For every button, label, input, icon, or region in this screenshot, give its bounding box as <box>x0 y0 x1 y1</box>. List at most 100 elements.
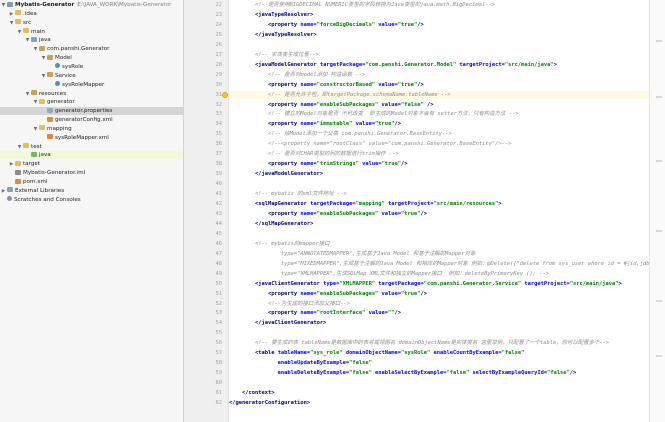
tree-item[interactable]: ▼ mapping <box>0 125 183 134</box>
chevron-right-icon[interactable]: ▶ <box>1 188 6 196</box>
code-line[interactable]: <property name="immutable" value="true"/… <box>229 120 649 128</box>
code-line[interactable] <box>229 379 649 387</box>
tree-item[interactable]: ▶ External Libraries <box>0 187 183 196</box>
tree-item[interactable]: ▼ Service <box>0 72 183 81</box>
code-line[interactable]: <!-- mybatis的mapper接口 <box>229 240 649 248</box>
line-number: 37 <box>215 151 223 158</box>
folder-icon <box>15 10 21 16</box>
code-line[interactable]: <!-- mybatis 的xml文件地址 --> <box>229 190 649 198</box>
tree-item-label: Scratches and Consoles <box>14 196 81 203</box>
code-line[interactable]: <table tableName="sys_role" domainObject… <box>229 349 649 357</box>
code-line[interactable] <box>229 41 649 49</box>
line-number: 38 <box>215 161 223 168</box>
tree-item[interactable]: generatorConfig.xml <box>0 116 183 124</box>
code-line[interactable]: <property name="constructorBased" value=… <box>229 81 649 89</box>
code-token: name= <box>300 161 317 168</box>
code-line[interactable]: <!-- 实体类生成位置--> <box>229 51 649 59</box>
code-line[interactable]: type="MIXEDMAPPER",生成基于注解的Java Model 和相应… <box>229 260 649 268</box>
code-line[interactable]: <property name="forceBigDecimals" value=… <box>229 21 649 29</box>
tree-item[interactable]: ▶ .idea <box>0 10 183 19</box>
code-line[interactable]: <property name="rootInterface" value=""/… <box>229 309 649 317</box>
code-line[interactable]: <javaTypeResolver> <box>229 11 649 19</box>
chevron-right-icon[interactable]: ▶ <box>9 161 14 169</box>
code-line[interactable]: </javaTypeResolver> <box>229 31 649 39</box>
code-line[interactable]: <!-- 建立的Model对象是否 不可改变 即生成的Model对象不会有 se… <box>229 110 649 118</box>
tree-item[interactable]: ▼ java <box>0 36 183 45</box>
tree-item[interactable]: ▼ main <box>0 28 183 37</box>
chevron-down-icon[interactable]: ▼ <box>33 126 38 134</box>
code-line[interactable]: <!--是否使用BIGDECIMAL NUMERIC类型的字段转换为Java类型… <box>229 1 649 9</box>
tree-item[interactable]: sysRoleMapper.xml <box>0 134 183 142</box>
code-line[interactable]: enableDeleteByExample="false" enableSele… <box>229 369 649 377</box>
code-line[interactable]: </sqlMapGenerator> <box>229 220 649 228</box>
tree-item[interactable]: ▼ src <box>0 19 183 28</box>
tree-item-label: mapping <box>47 125 72 132</box>
code-line[interactable] <box>229 329 649 337</box>
line-number: 41 <box>215 191 223 198</box>
tree-item[interactable]: generator.properties <box>0 107 183 116</box>
tree-item[interactable]: sysRoleMapper <box>0 81 183 89</box>
code-token: type="MIXEDMAPPER",生成基于注解的Java Model 和相应… <box>229 260 649 267</box>
chevron-down-icon[interactable]: ▼ <box>17 29 22 37</box>
chevron-down-icon[interactable]: ▼ <box>9 20 14 28</box>
code-line[interactable]: <property name="trimStrings" value="true… <box>229 160 649 168</box>
tree-item[interactable]: pom.xml <box>0 178 183 186</box>
tree-item[interactable]: ▼ Model <box>0 54 183 63</box>
chevron-down-icon[interactable]: ▼ <box>41 55 46 63</box>
line-number: 46 <box>215 240 223 247</box>
code-token: targetPackage= <box>375 280 424 287</box>
code-token: "true" <box>401 210 421 217</box>
tree-item[interactable]: ▼ generator <box>0 98 183 107</box>
tree-item[interactable]: ▼ resources <box>0 90 183 99</box>
code-line[interactable] <box>229 180 649 188</box>
chevron-down-icon[interactable]: ▼ <box>33 46 38 54</box>
chevron-down-icon[interactable]: ▼ <box>25 91 30 99</box>
chevron-down-icon[interactable]: ▼ <box>25 37 30 45</box>
lightbulb-icon[interactable] <box>222 91 228 98</box>
line-number: 44 <box>215 220 223 227</box>
code-token: <table <box>229 350 278 357</box>
code-line[interactable]: <!--为生成的接口添加父接口--> <box>229 300 649 308</box>
chevron-down-icon[interactable]: ▼ <box>33 99 38 107</box>
code-line[interactable]: <javaClientGenerator type="XMLMAPPER" ta… <box>229 280 649 288</box>
code-line[interactable]: <property name="enableSubPackages" value… <box>229 101 649 109</box>
tree-item[interactable]: sysRole <box>0 63 183 71</box>
code-line[interactable]: type="XMLMAPPER",生成SQLMap XML文件和独立的Mappe… <box>229 270 649 278</box>
code-line[interactable]: <property name="enableSubPackages" value… <box>229 290 649 298</box>
code-line[interactable]: enableUpdateByExample="false" <box>229 359 649 367</box>
code-line[interactable]: type="ANNOTATEDMAPPER",生成基于Java Model 和基… <box>229 250 649 258</box>
code-token: value= <box>378 101 402 108</box>
code-line[interactable]: <!-- 给Model添加一个父类 com.panshi.Generator.B… <box>229 130 649 138</box>
code-line[interactable]: <sqlMapGenerator targetPackage="mapping"… <box>229 200 649 208</box>
code-line[interactable]: <!--<property name="rootClass" value="co… <box>229 140 649 148</box>
code-line[interactable]: <!-- 是否对model添加 构造函数 --> <box>229 71 649 79</box>
code-line[interactable]: </javaClientGenerator> <box>229 319 649 327</box>
tree-item[interactable]: Mybatis-Generator.iml <box>0 169 183 177</box>
code-line[interactable]: </context> <box>229 389 649 397</box>
chevron-down-icon[interactable]: ▼ <box>1 2 6 10</box>
editor-scrollbar[interactable] <box>649 0 665 422</box>
tree-item[interactable]: Scratches and Consoles <box>0 196 183 204</box>
line-number: 27 <box>215 51 223 58</box>
code-line[interactable]: <javaModelGenerator targetPackage="com.p… <box>229 61 649 69</box>
code-line[interactable]: <!-- 是否允许子包，即targetPackage.schemaName.ta… <box>229 90 649 99</box>
chevron-down-icon[interactable]: ▼ <box>41 73 46 81</box>
tree-item[interactable]: ▶ target <box>0 160 183 169</box>
tree-item[interactable]: ▼ Mybatis-Generator E:\JAVA_WORK\Mybatis-G… <box>0 1 183 10</box>
chevron-right-icon[interactable]: ▶ <box>9 11 14 19</box>
tree-item[interactable]: ▼ test <box>0 143 183 152</box>
code-token: "immutable" <box>316 121 353 128</box>
code-line[interactable]: </javaModelGenerator> <box>229 170 649 178</box>
tree-item[interactable]: ▼ com.panshi.Generator <box>0 45 183 54</box>
code-line[interactable]: <!-- 要生成的表 tableName是数据库中的表名或视图名 domainO… <box>229 339 649 347</box>
line-number: 56 <box>215 340 223 347</box>
code-editor[interactable]: <!--是否使用BIGDECIMAL NUMERIC类型的字段转换为Java类型… <box>229 0 649 422</box>
tree-item[interactable]: java <box>0 151 183 160</box>
code-line[interactable]: <property name="enableSubPackages" value… <box>229 210 649 218</box>
chevron-down-icon[interactable]: ▼ <box>17 144 22 152</box>
code-line[interactable]: </generatorConfiguration> <box>229 399 649 407</box>
code-token: "rootInterface" <box>316 310 366 317</box>
code-line[interactable] <box>229 230 649 238</box>
code-line[interactable]: <!-- 是否对CHAR类型的列的数据进行trim操作 --> <box>229 150 649 158</box>
code-token: value= <box>378 290 402 297</box>
